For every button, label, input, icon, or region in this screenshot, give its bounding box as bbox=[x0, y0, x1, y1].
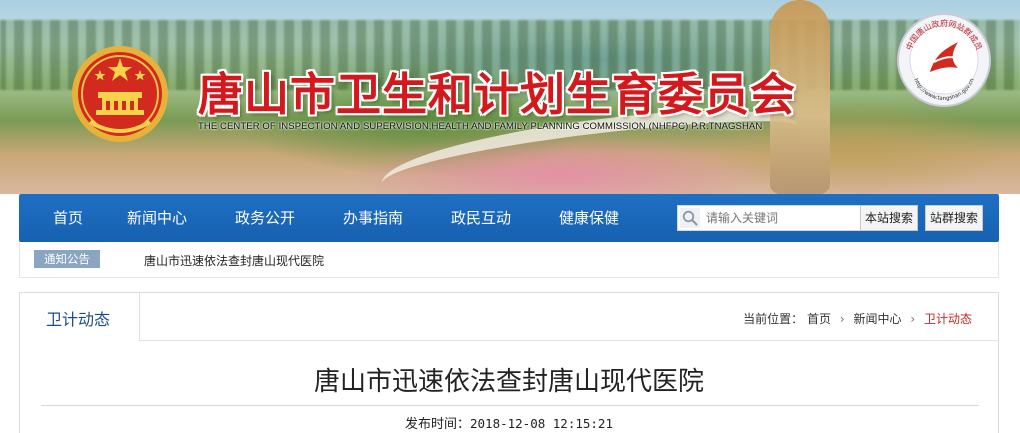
publish-time: 2018-12-08 12:15:21 bbox=[470, 416, 613, 431]
nav-item-health-care[interactable]: 健康保健 bbox=[559, 194, 619, 242]
breadcrumb-separator: › bbox=[910, 312, 916, 326]
panel-header-divider bbox=[140, 340, 999, 341]
breadcrumb-separator: › bbox=[839, 312, 845, 326]
site-search-button[interactable]: 本站搜索 bbox=[860, 205, 919, 231]
government-website-seal-icon[interactable]: 中国唐山政府网站群成员 http://www.tangshan.gov.cn bbox=[896, 12, 992, 108]
search-input[interactable] bbox=[706, 206, 872, 230]
title-divider bbox=[41, 405, 979, 406]
search-box bbox=[677, 205, 875, 231]
nav-item-news-center[interactable]: 新闻中心 bbox=[127, 194, 187, 242]
breadcrumb: 当前位置： 首页 › 新闻中心 › 卫计动态 bbox=[743, 310, 972, 327]
site-subtitle: THE CENTER OF INSPECTION AND SUPERVISION… bbox=[198, 121, 763, 132]
tab-label: 卫计动态 bbox=[46, 310, 111, 329]
article-panel: 卫计动态 当前位置： 首页 › 新闻中心 › 卫计动态 唐山市迅速依法查封唐山现… bbox=[19, 292, 999, 433]
notice-bar: 通知公告 唐山市迅速依法查封唐山现代医院 bbox=[19, 242, 999, 278]
nav-item-government-affairs[interactable]: 政务公开 bbox=[235, 194, 295, 242]
notice-label: 通知公告 bbox=[34, 250, 100, 268]
header-banner: 唐山市卫生和计划生育委员会 THE CENTER OF INSPECTION A… bbox=[0, 0, 1020, 194]
national-emblem-icon bbox=[72, 46, 168, 142]
nav-item-service-guide[interactable]: 办事指南 bbox=[343, 194, 403, 242]
site-title: 唐山市卫生和计划生育委员会 bbox=[198, 68, 797, 121]
breadcrumb-prefix: 当前位置： bbox=[743, 312, 804, 326]
nav-item-public-interaction[interactable]: 政民互动 bbox=[451, 194, 511, 242]
notice-link[interactable]: 唐山市迅速依法查封唐山现代医院 bbox=[144, 252, 324, 269]
breadcrumb-current[interactable]: 卫计动态 bbox=[924, 312, 972, 326]
nav-item-home[interactable]: 首页 bbox=[53, 194, 83, 242]
publish-info: 发布时间：2018-12-08 12:15:21 bbox=[20, 413, 998, 432]
breadcrumb-home[interactable]: 首页 bbox=[807, 312, 831, 326]
article-title: 唐山市迅速依法查封唐山现代医院 bbox=[313, 367, 704, 397]
breadcrumb-news-center[interactable]: 新闻中心 bbox=[854, 312, 902, 326]
search-icon[interactable] bbox=[680, 208, 700, 228]
group-search-button[interactable]: 站群搜索 bbox=[925, 205, 984, 231]
tab-health-news[interactable]: 卫计动态 bbox=[20, 293, 140, 341]
main-nav: 首页 新闻中心 政务公开 办事指南 政民互动 健康保健 本站搜索 站群搜索 bbox=[19, 194, 999, 242]
publish-label: 发布时间： bbox=[404, 417, 470, 432]
